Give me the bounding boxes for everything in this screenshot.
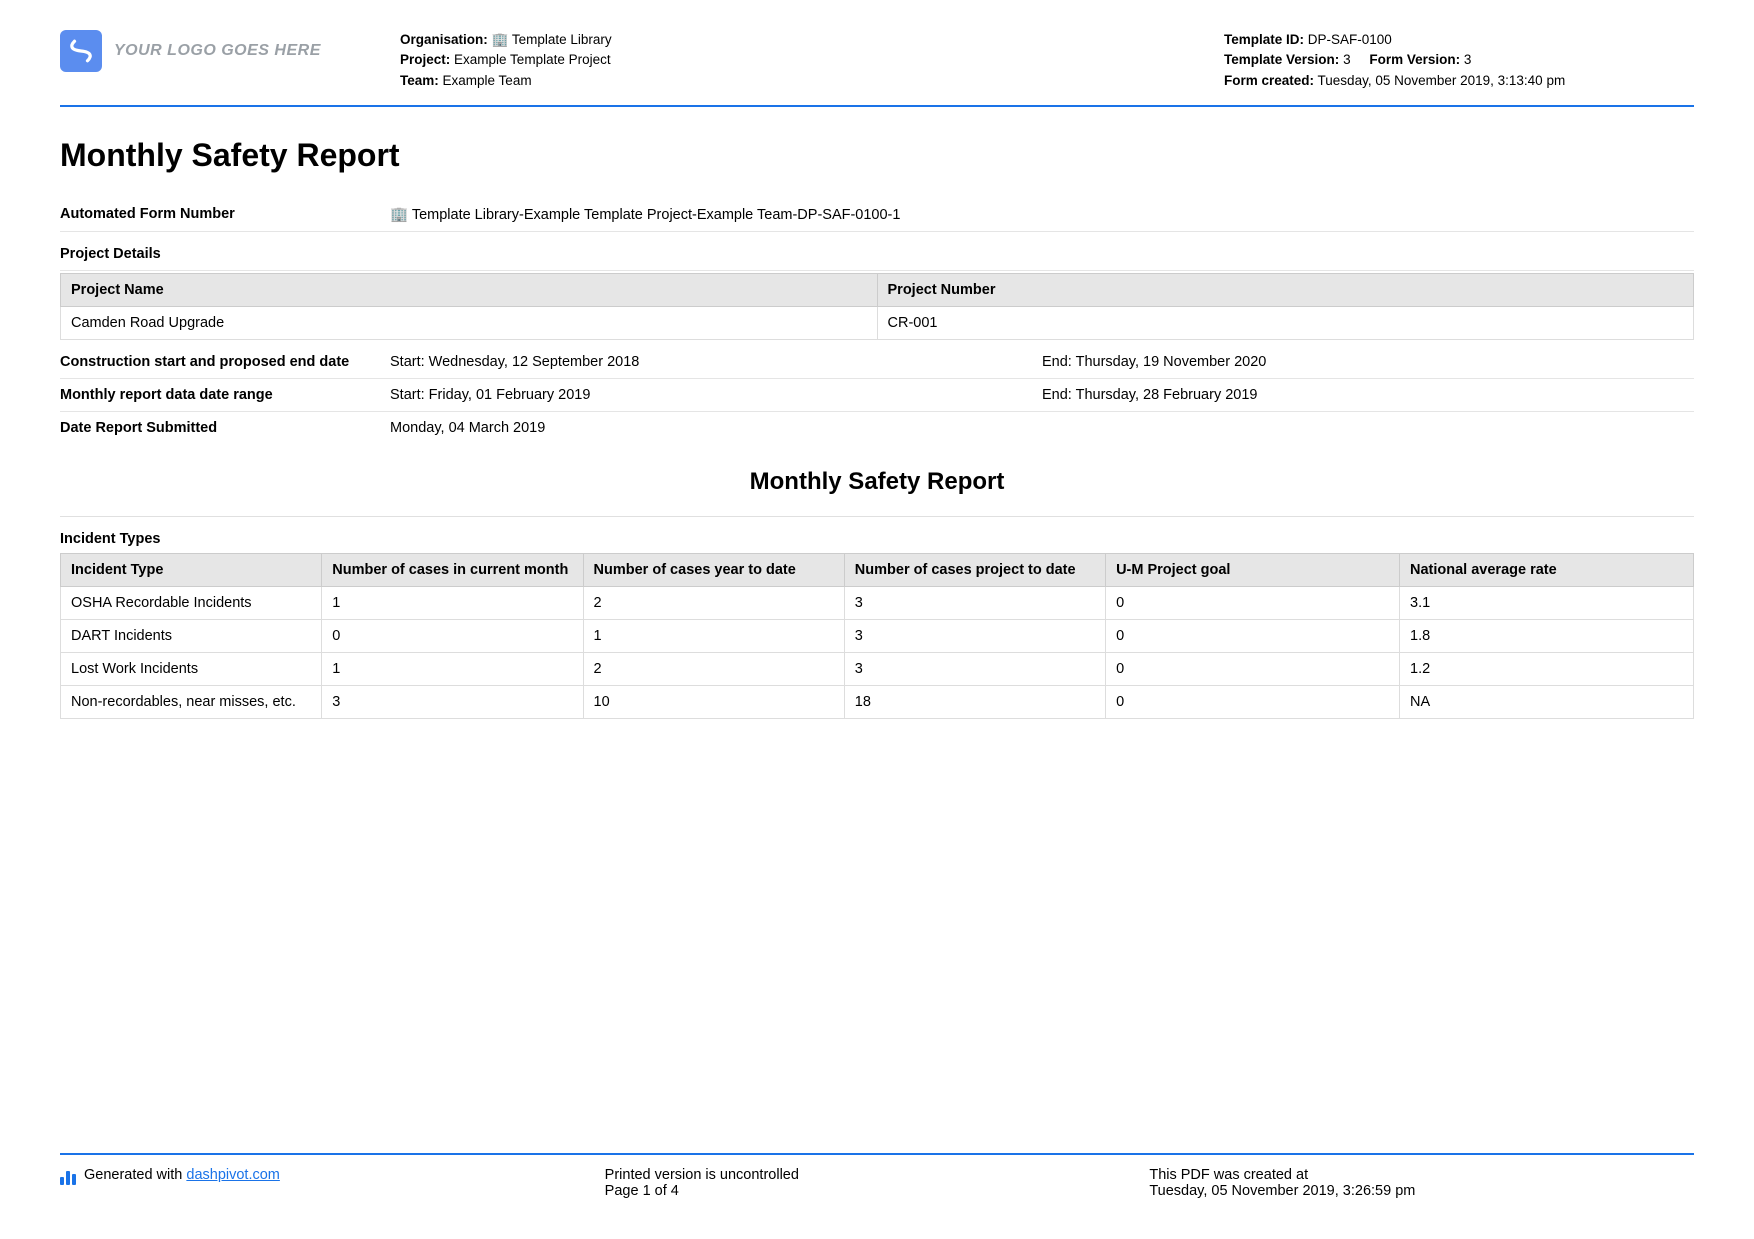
table-cell: NA	[1400, 685, 1694, 718]
submitted-label: Date Report Submitted	[60, 420, 390, 436]
table-row: DART Incidents01301.8	[61, 619, 1694, 652]
template-version-label: Template Version:	[1224, 52, 1339, 67]
template-id-label: Template ID:	[1224, 32, 1304, 47]
incidents-label: Incident Types	[60, 517, 1694, 551]
team-value: Example Team	[443, 73, 532, 88]
construction-dates-row: Construction start and proposed end date…	[60, 346, 1694, 379]
incidents-table: Incident Type Number of cases in current…	[60, 553, 1694, 719]
page-title: Monthly Safety Report	[60, 137, 1694, 174]
table-cell: 0	[1106, 586, 1400, 619]
construction-start: Start: Wednesday, 12 September 2018	[390, 354, 1042, 370]
page-indicator: Page 1 of 4	[605, 1183, 1150, 1199]
table-row: Camden Road Upgrade CR-001	[61, 306, 1694, 339]
table-cell: DART Incidents	[61, 619, 322, 652]
submitted-value: Monday, 04 March 2019	[390, 420, 1694, 436]
auto-form-label: Automated Form Number	[60, 206, 390, 223]
project-details-table: Project Name Project Number Camden Road …	[60, 273, 1694, 340]
table-cell: Non-recordables, near misses, etc.	[61, 685, 322, 718]
range-start: Start: Friday, 01 February 2019	[390, 387, 1042, 403]
table-cell: 1	[322, 652, 583, 685]
table-cell: 1.8	[1400, 619, 1694, 652]
form-created-value: Tuesday, 05 November 2019, 3:13:40 pm	[1318, 73, 1566, 88]
section-title: Monthly Safety Report	[60, 468, 1694, 496]
table-cell: 1.2	[1400, 652, 1694, 685]
header-meta-right: Template ID: DP-SAF-0100 Template Versio…	[1224, 30, 1694, 91]
team-label: Team:	[400, 73, 439, 88]
col-project-name: Project Name	[61, 273, 878, 306]
table-cell: 2	[583, 586, 844, 619]
logo-placeholder-text: YOUR LOGO GOES HERE	[114, 42, 321, 60]
form-version-label: Form Version:	[1369, 52, 1460, 67]
generated-prefix: Generated with	[84, 1167, 186, 1183]
table-cell: 3	[844, 586, 1105, 619]
dashpivot-link[interactable]: dashpivot.com	[186, 1167, 280, 1183]
uncontrolled-text: Printed version is uncontrolled	[605, 1167, 1150, 1183]
logo-block: YOUR LOGO GOES HERE	[60, 30, 400, 72]
table-cell: 2	[583, 652, 844, 685]
project-details-label: Project Details	[60, 232, 1694, 271]
range-end: End: Thursday, 28 February 2019	[1042, 387, 1694, 403]
col-current-month: Number of cases in current month	[322, 553, 583, 586]
form-created-label: Form created:	[1224, 73, 1314, 88]
table-cell: OSHA Recordable Incidents	[61, 586, 322, 619]
header-rule	[60, 105, 1694, 107]
document-footer: Generated with dashpivot.com Printed ver…	[60, 1153, 1694, 1199]
table-row: Lost Work Incidents12301.2	[61, 652, 1694, 685]
auto-form-value: 🏢 Template Library-Example Template Proj…	[390, 206, 1694, 223]
table-cell: 3.1	[1400, 586, 1694, 619]
org-value: 🏢 Template Library	[492, 32, 612, 47]
footer-right: This PDF was created at Tuesday, 05 Nove…	[1149, 1167, 1694, 1199]
construction-end: End: Thursday, 19 November 2020	[1042, 354, 1694, 370]
table-cell: 18	[844, 685, 1105, 718]
col-national-avg: National average rate	[1400, 553, 1694, 586]
form-version-value: 3	[1464, 52, 1472, 67]
col-project-to-date: Number of cases project to date	[844, 553, 1105, 586]
report-range-label: Monthly report data date range	[60, 387, 390, 403]
dashpivot-icon	[60, 1169, 76, 1185]
table-cell: 0	[1106, 619, 1400, 652]
org-label: Organisation:	[400, 32, 488, 47]
auto-form-row: Automated Form Number 🏢 Template Library…	[60, 198, 1694, 232]
table-row: OSHA Recordable Incidents12303.1	[61, 586, 1694, 619]
report-range-row: Monthly report data date range Start: Fr…	[60, 379, 1694, 412]
header-meta-left: Organisation: 🏢 Template Library Project…	[400, 30, 1224, 91]
table-cell: 0	[322, 619, 583, 652]
col-incident-type: Incident Type	[61, 553, 322, 586]
table-header-row: Project Name Project Number	[61, 273, 1694, 306]
table-cell: 3	[322, 685, 583, 718]
cell-project-number: CR-001	[877, 306, 1694, 339]
table-cell: 1	[583, 619, 844, 652]
pdf-created-value: Tuesday, 05 November 2019, 3:26:59 pm	[1149, 1183, 1694, 1199]
document-page: YOUR LOGO GOES HERE Organisation: 🏢 Temp…	[0, 0, 1754, 719]
table-cell: 3	[844, 652, 1105, 685]
table-header-row: Incident Type Number of cases in current…	[61, 553, 1694, 586]
submitted-row: Date Report Submitted Monday, 04 March 2…	[60, 412, 1694, 444]
template-version-value: 3	[1343, 52, 1351, 67]
project-label: Project:	[400, 52, 450, 67]
table-cell: 0	[1106, 685, 1400, 718]
footer-center: Printed version is uncontrolled Page 1 o…	[605, 1167, 1150, 1199]
table-cell: 3	[844, 619, 1105, 652]
table-cell: Lost Work Incidents	[61, 652, 322, 685]
table-cell: 1	[322, 586, 583, 619]
col-project-goal: U-M Project goal	[1106, 553, 1400, 586]
table-cell: 10	[583, 685, 844, 718]
col-project-number: Project Number	[877, 273, 1694, 306]
logo-icon	[60, 30, 102, 72]
table-row: Non-recordables, near misses, etc.310180…	[61, 685, 1694, 718]
table-cell: 0	[1106, 652, 1400, 685]
footer-left: Generated with dashpivot.com	[60, 1167, 605, 1199]
document-header: YOUR LOGO GOES HERE Organisation: 🏢 Temp…	[60, 30, 1694, 101]
pdf-created-label: This PDF was created at	[1149, 1167, 1694, 1183]
construction-dates-label: Construction start and proposed end date	[60, 354, 390, 370]
template-id-value: DP-SAF-0100	[1308, 32, 1392, 47]
col-year-to-date: Number of cases year to date	[583, 553, 844, 586]
project-value: Example Template Project	[454, 52, 611, 67]
cell-project-name: Camden Road Upgrade	[61, 306, 878, 339]
